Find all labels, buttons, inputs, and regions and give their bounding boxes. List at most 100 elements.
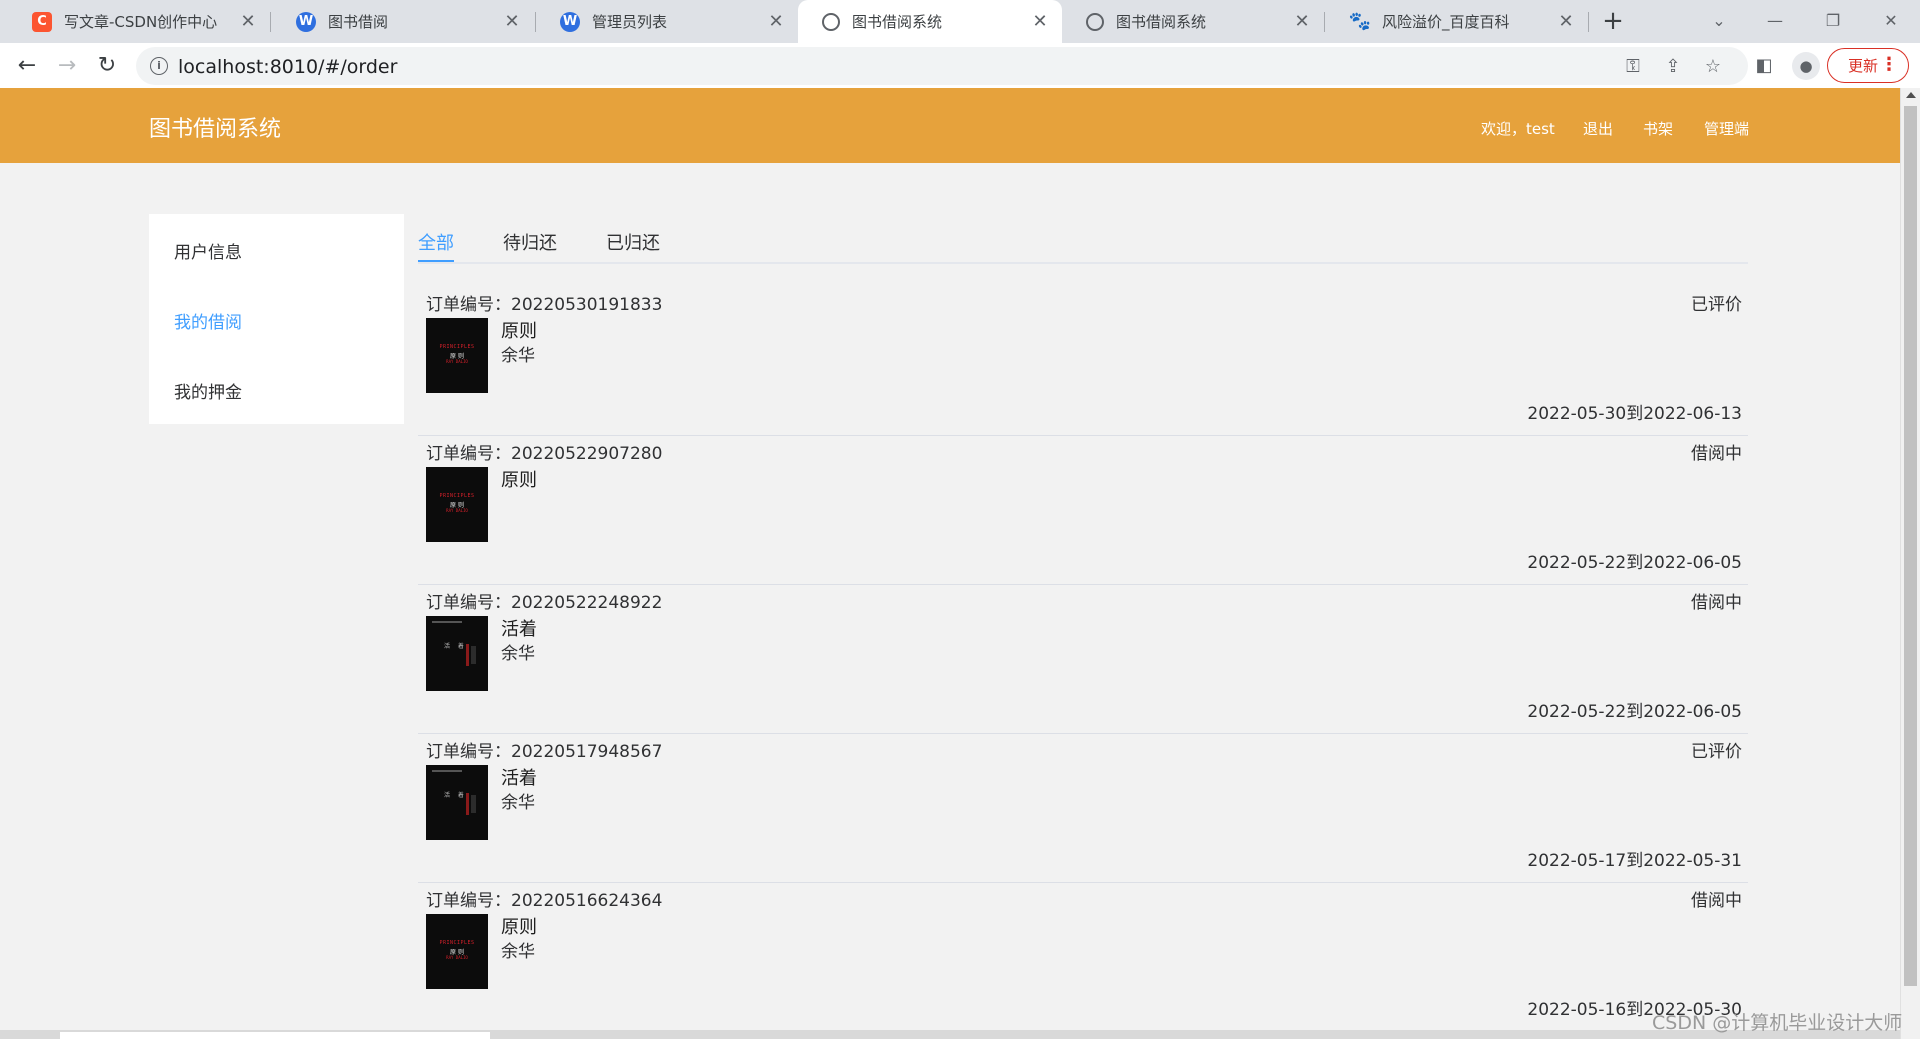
book-cover-principles[interactable]: PRINCIPLES 原 则 RAY DALIO bbox=[426, 318, 488, 393]
tab-search-chevron-icon[interactable]: ⌄ bbox=[1696, 4, 1742, 38]
book-cover-principles[interactable]: PRINCIPLES 原 则 RAY DALIO bbox=[426, 467, 488, 542]
cover-decoration bbox=[466, 793, 469, 815]
tab-divider bbox=[270, 12, 271, 32]
more-menu-icon[interactable]: ⋮ bbox=[1880, 54, 1898, 75]
order-status: 借阅中 bbox=[1691, 593, 1742, 613]
tab-divider bbox=[1324, 12, 1325, 32]
book-cover-principles[interactable]: PRINCIPLES 原 则 RAY DALIO bbox=[426, 914, 488, 989]
cover-title-text: PRINCIPLES bbox=[439, 493, 475, 499]
address-bar[interactable]: i localhost:8010/#/order ⚿ ⇪ ☆ bbox=[136, 47, 1748, 85]
order-status: 已评价 bbox=[1691, 295, 1742, 315]
cover-author-text: RAY DALIO bbox=[446, 955, 468, 960]
close-tab-icon[interactable]: ✕ bbox=[1290, 11, 1314, 32]
cover-cn-text: 活 着 bbox=[444, 643, 467, 650]
scroll-up-arrow-icon[interactable] bbox=[1906, 92, 1916, 98]
restore-icon[interactable]: ❐ bbox=[1810, 4, 1856, 38]
user-side-menu: 用户信息 我的借阅 我的押金 bbox=[149, 214, 404, 424]
bookmark-star-icon[interactable]: ☆ bbox=[1702, 56, 1724, 78]
bookshelf-link[interactable]: 书架 bbox=[1643, 118, 1673, 139]
browser-tab-title: 图书借阅系统 bbox=[852, 13, 943, 31]
book-cover-to-live[interactable]: 活 着 bbox=[426, 765, 488, 840]
update-label: 更新 bbox=[1848, 57, 1879, 75]
address-url[interactable]: localhost:8010/#/order bbox=[178, 56, 397, 78]
order-number: 订单编号：20220530191833 bbox=[426, 295, 663, 315]
site-info-icon[interactable]: i bbox=[150, 57, 168, 75]
browser-tab-book-borrow[interactable]: W 图书借阅 ✕ bbox=[272, 0, 534, 43]
browser-tab-title: 风险溢价_百度百科 bbox=[1382, 13, 1510, 31]
key-icon[interactable]: ⚿ bbox=[1622, 56, 1644, 78]
back-arrow-icon[interactable]: ← bbox=[10, 49, 44, 83]
close-tab-icon[interactable]: ✕ bbox=[1028, 11, 1052, 32]
update-button[interactable]: 更新 ⋮ bbox=[1827, 48, 1909, 83]
share-icon[interactable]: ⇪ bbox=[1662, 56, 1684, 78]
w-icon: W bbox=[296, 11, 316, 32]
side-panel-icon[interactable]: ◧ bbox=[1752, 54, 1776, 78]
new-tab-plus-icon[interactable]: + bbox=[1598, 6, 1628, 36]
book-title[interactable]: 原则 bbox=[501, 317, 537, 343]
order-number: 订单编号：20220522907280 bbox=[426, 444, 663, 464]
menu-item-my-borrowing[interactable]: 我的借阅 bbox=[174, 308, 242, 333]
tab-returned[interactable]: 已归还 bbox=[606, 229, 660, 255]
bottom-strip bbox=[0, 1030, 1900, 1039]
order-row: 订单编号：20220522248922 借阅中 活 着 活着 余华 2022-0… bbox=[418, 585, 1748, 734]
order-row: 订单编号：20220522907280 借阅中 PRINCIPLES 原 则 R… bbox=[418, 436, 1748, 585]
reload-icon[interactable]: ↻ bbox=[90, 49, 124, 83]
order-status: 已评价 bbox=[1691, 742, 1742, 762]
cover-author-text: RAY DALIO bbox=[446, 359, 468, 364]
borrow-period: 2022-05-17到2022-05-31 bbox=[1527, 851, 1742, 871]
book-cover-to-live[interactable]: 活 着 bbox=[426, 616, 488, 691]
browser-tab-title: 管理员列表 bbox=[592, 13, 668, 31]
close-tab-icon[interactable]: ✕ bbox=[764, 11, 788, 32]
baidu-paw-icon: 🐾 bbox=[1348, 11, 1372, 32]
globe-icon bbox=[822, 12, 840, 31]
cover-decoration bbox=[432, 621, 462, 623]
borrow-period: 2022-05-22到2022-06-05 bbox=[1527, 702, 1742, 722]
browser-tab-csdn[interactable]: C 写文章-CSDN创作中心 ✕ bbox=[8, 0, 270, 43]
book-title[interactable]: 活着 bbox=[501, 764, 537, 790]
close-window-icon[interactable]: ✕ bbox=[1868, 4, 1914, 38]
app-header: 图书借阅系统 欢迎，test 退出 书架 管理端 bbox=[0, 88, 1900, 163]
bottom-strip-highlight bbox=[60, 1032, 490, 1039]
minimize-icon[interactable]: — bbox=[1752, 4, 1798, 38]
order-tabs: 全部 待归还 已归还 bbox=[418, 214, 1748, 264]
close-tab-icon[interactable]: ✕ bbox=[236, 11, 260, 32]
order-list: 订单编号：20220530191833 已评价 PRINCIPLES 原 则 R… bbox=[418, 287, 1748, 1032]
csdn-icon: C bbox=[32, 11, 52, 32]
browser-tab-title: 图书借阅 bbox=[328, 13, 389, 31]
book-title[interactable]: 活着 bbox=[501, 615, 537, 641]
app-title: 图书借阅系统 bbox=[149, 117, 282, 142]
book-author: 余华 bbox=[501, 644, 535, 664]
book-author: 余华 bbox=[501, 346, 535, 366]
browser-tab-library-system[interactable]: 图书借阅系统 ✕ bbox=[1062, 0, 1324, 43]
tab-all[interactable]: 全部 bbox=[418, 229, 454, 255]
browser-tab-baidu-baike[interactable]: 🐾 风险溢价_百度百科 ✕ bbox=[1326, 0, 1588, 43]
browser-tab-library-system-active[interactable]: 图书借阅系统 ✕ bbox=[798, 0, 1062, 43]
profile-avatar-icon[interactable]: ● bbox=[1792, 52, 1820, 80]
menu-item-my-deposit[interactable]: 我的押金 bbox=[174, 378, 242, 403]
tab-pending-return[interactable]: 待归还 bbox=[503, 229, 557, 255]
admin-link[interactable]: 管理端 bbox=[1704, 118, 1749, 139]
close-tab-icon[interactable]: ✕ bbox=[1554, 11, 1578, 32]
logout-link[interactable]: 退出 bbox=[1583, 118, 1613, 139]
cover-decoration bbox=[471, 646, 476, 664]
book-author: 余华 bbox=[501, 793, 535, 813]
page-scrollbar[interactable] bbox=[1900, 88, 1920, 1039]
forward-arrow-icon[interactable]: → bbox=[50, 49, 84, 83]
book-author: 余华 bbox=[501, 942, 535, 962]
tab-divider bbox=[1588, 12, 1589, 32]
order-row: 订单编号：20220530191833 已评价 PRINCIPLES 原 则 R… bbox=[418, 287, 1748, 436]
active-tab-indicator bbox=[418, 260, 454, 262]
browser-tab-admin-list[interactable]: W 管理员列表 ✕ bbox=[536, 0, 798, 43]
cover-title-text: PRINCIPLES bbox=[439, 344, 475, 350]
close-tab-icon[interactable]: ✕ bbox=[500, 11, 524, 32]
scrollbar-thumb[interactable] bbox=[1904, 106, 1917, 986]
order-row: 订单编号：20220516624364 借阅中 PRINCIPLES 原 则 R… bbox=[418, 883, 1748, 1032]
book-title[interactable]: 原则 bbox=[501, 466, 537, 492]
cover-author-text: RAY DALIO bbox=[446, 508, 468, 513]
book-title[interactable]: 原则 bbox=[501, 913, 537, 939]
cover-decoration bbox=[471, 795, 476, 813]
browser-tab-strip: C 写文章-CSDN创作中心 ✕ W 图书借阅 ✕ W 管理员列表 ✕ 图书借阅… bbox=[0, 0, 1920, 43]
menu-item-user-info[interactable]: 用户信息 bbox=[174, 238, 242, 263]
csdn-watermark: CSDN @计算机毕业设计大师 bbox=[1652, 1012, 1903, 1034]
w-icon: W bbox=[560, 11, 580, 32]
